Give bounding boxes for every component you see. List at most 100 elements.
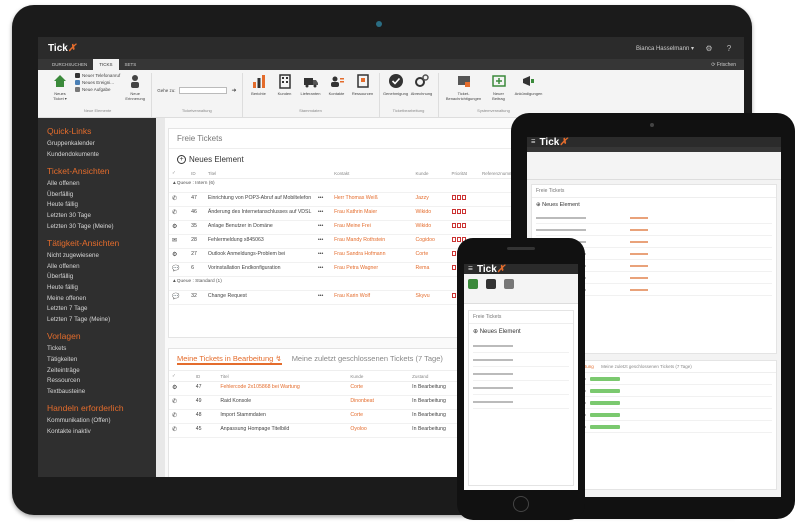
sidebar-item-time-entries[interactable]: Zeiteinträge xyxy=(47,366,156,377)
progress-bar xyxy=(590,388,620,393)
list-item[interactable] xyxy=(473,367,569,381)
phone-menu-icon[interactable]: ☰ xyxy=(468,266,473,272)
billing-button[interactable]: Abrechnung xyxy=(411,73,433,96)
sidebar-item-due-today[interactable]: Heute fällig xyxy=(47,200,156,211)
table-row[interactable]: ✆ 46 Änderung des Internetanschlusses au… xyxy=(169,206,537,221)
sidebar-item-activities[interactable]: Tätigkeiten xyxy=(47,355,156,366)
settings-icon[interactable]: ⚙ xyxy=(704,44,714,53)
sidebar-item-text-blocks[interactable]: Textbausteine xyxy=(47,387,156,398)
more-button[interactable]: ••• xyxy=(314,262,332,277)
col-customer[interactable]: Kunde xyxy=(412,168,449,179)
tablet-tab-closed[interactable]: Meine zuletzt geschlossenen Tickets (7 T… xyxy=(601,364,692,369)
new-call-button[interactable]: Neuer Telefonanruf xyxy=(75,73,120,78)
announcements-button[interactable]: Ankündigungen xyxy=(514,73,544,96)
tab-my-closed-tickets[interactable]: Meine zuletzt geschlossenen Tickets (7 T… xyxy=(292,354,443,365)
list-item[interactable] xyxy=(536,224,772,236)
col-check[interactable]: ✓ xyxy=(169,168,189,179)
col-customer[interactable]: Kunde xyxy=(347,371,410,382)
sidebar-heading-quick-links: Quick-Links xyxy=(47,126,92,136)
sidebar-item-group-calendar[interactable]: Gruppenkalender xyxy=(47,139,156,150)
tab-my-tickets-in-progress[interactable]: Meine Tickets in Bearbeitung ↯ xyxy=(177,354,282,365)
resources-button[interactable]: Ressourcen xyxy=(352,73,374,96)
phone-house-icon[interactable] xyxy=(486,279,496,289)
chat-icon: 💬 xyxy=(169,262,189,277)
new-reminder-button[interactable]: Neue Erinnerung xyxy=(124,73,146,101)
col-id[interactable]: ID xyxy=(188,168,205,179)
sidebar-item-resources[interactable]: Ressourcen xyxy=(47,376,156,387)
sidebar-item-last-7-mine[interactable]: Letzten 7 Tage (Meine) xyxy=(47,315,156,326)
sidebar-item-activity-all-open[interactable]: Alle offenen xyxy=(47,262,156,273)
sidebar-item-last-30[interactable]: Letzten 30 Tage xyxy=(47,211,156,222)
more-button[interactable]: ••• xyxy=(314,234,332,249)
sidebar: Quick-Links Gruppenkalender Kundendokume… xyxy=(38,118,156,477)
tab-sets[interactable]: Sets xyxy=(119,59,143,70)
col-id[interactable]: ID xyxy=(192,371,218,382)
new-task-button[interactable]: Neue Aufgabe xyxy=(75,87,120,92)
sidebar-item-last-30-mine[interactable]: Letzten 30 Tage (Meine) xyxy=(47,222,156,233)
check-circle-icon xyxy=(388,74,403,88)
list-item[interactable] xyxy=(473,339,569,353)
sidebar-item-my-open[interactable]: Meine offenen xyxy=(47,294,156,305)
list-item[interactable] xyxy=(473,395,569,409)
sidebar-item-all-open[interactable]: Alle offenen xyxy=(47,179,156,190)
more-button[interactable]: ••• xyxy=(314,290,332,305)
new-element-button[interactable]: + Neues Element xyxy=(169,149,537,168)
queue-group-row[interactable]: ▲Queue : Intern (6) xyxy=(169,178,537,193)
phone-icon: ✆ xyxy=(169,409,193,424)
more-button[interactable]: ••• xyxy=(314,206,332,221)
sidebar-item-activity-overdue[interactable]: Überfällig xyxy=(47,272,156,283)
ticket-bell-icon xyxy=(457,76,470,87)
new-ticket-button[interactable]: Neues Ticket ▾ xyxy=(49,73,71,101)
refresh-button[interactable]: ⟳ Frischen xyxy=(711,62,744,68)
list-item[interactable] xyxy=(473,381,569,395)
table-row[interactable]: ✆ 47 Einrichtung von POP3-Abruf auf Mobi… xyxy=(169,192,537,207)
phone-home-button[interactable] xyxy=(513,496,529,512)
phone-building-icon[interactable] xyxy=(504,279,514,289)
priority-flag-icon xyxy=(451,209,466,214)
goto-arrow-icon[interactable]: ➜ xyxy=(231,87,236,94)
reports-button[interactable]: Berichte xyxy=(248,73,270,96)
more-button[interactable]: ••• xyxy=(314,220,332,235)
tab-durchsuchen[interactable]: Durchsuchen xyxy=(46,59,93,70)
tab-ticks[interactable]: Ticks xyxy=(93,59,119,70)
tablet-logo: Tick✗ xyxy=(539,137,568,148)
goto-input[interactable] xyxy=(179,87,228,94)
sidebar-item-last-7[interactable]: Letzten 7 Tage xyxy=(47,304,156,315)
sidebar-item-overdue[interactable]: Überfällig xyxy=(47,190,156,201)
ticket-notifications-button[interactable]: Ticket-Benachrichtigungen xyxy=(444,73,484,101)
list-item[interactable] xyxy=(473,353,569,367)
phone-new-icon[interactable] xyxy=(468,279,478,289)
sidebar-item-communication-open[interactable]: Kommunikation (Offen) xyxy=(47,416,156,427)
sidebar-item-unassigned[interactable]: Nicht zugewiesene xyxy=(47,251,156,262)
sidebar-item-customer-docs[interactable]: Kundendokumente xyxy=(47,150,156,161)
sidebar-item-tickets[interactable]: Tickets xyxy=(47,344,156,355)
suppliers-button[interactable]: Lieferanten xyxy=(300,73,322,96)
customers-button[interactable]: Kunden xyxy=(274,73,296,96)
sidebar-item-activity-due-today[interactable]: Heute fällig xyxy=(47,283,156,294)
col-title[interactable]: Titel xyxy=(204,168,315,179)
col-priority[interactable]: Priorität xyxy=(448,168,480,179)
monitor-camera xyxy=(376,21,382,27)
more-button[interactable]: ••• xyxy=(314,192,332,207)
tablet-menu-icon[interactable]: ☰ xyxy=(531,139,535,145)
help-icon[interactable]: ? xyxy=(724,44,734,53)
approval-button[interactable]: Genehmigung xyxy=(383,73,408,96)
sidebar-item-contacts-inactive[interactable]: Kontakte inaktiv xyxy=(47,427,156,438)
ribbon-toolbar: Neues Ticket ▾ Neuer Telefonanruf Neues … xyxy=(38,70,744,118)
list-item[interactable] xyxy=(536,212,772,224)
tablet-new-element-button[interactable]: ⊕ Neues Element xyxy=(532,198,776,212)
col-contact[interactable]: Kontakt xyxy=(331,168,413,179)
phone-free-tickets-panel: Freie Tickets ⊕ Neues Element xyxy=(468,310,574,486)
more-button[interactable]: ••• xyxy=(314,248,332,263)
col-title[interactable]: Titel xyxy=(217,371,348,382)
tablet-ribbon xyxy=(527,152,781,180)
contacts-button[interactable]: Kontakte xyxy=(326,73,348,96)
col-check[interactable]: ✓ xyxy=(169,371,193,382)
new-post-button[interactable]: Neuer Beitrag xyxy=(488,73,510,101)
main-scrollbar[interactable] xyxy=(156,118,165,477)
building-icon xyxy=(278,74,291,89)
table-row[interactable]: ⚙ 35 Anlage Benutzer in Domäne ••• Frau … xyxy=(169,220,537,235)
new-event-button[interactable]: Neues Ereigni... xyxy=(75,80,120,85)
phone-new-element-button[interactable]: ⊕ Neues Element xyxy=(469,324,573,339)
user-menu[interactable]: Bianca Hasselmann ▾ xyxy=(636,45,694,52)
